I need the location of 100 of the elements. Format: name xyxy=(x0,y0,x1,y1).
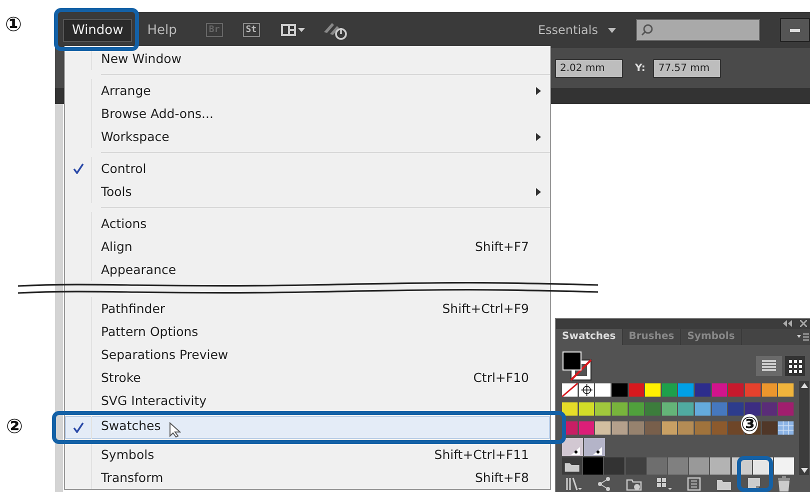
shortcut-label: Shift+F8 xyxy=(474,470,529,485)
menu-item[interactable]: New Window xyxy=(65,47,550,70)
list-view-icon[interactable] xyxy=(756,356,782,376)
menu-item[interactable]: SVG Interactivity xyxy=(65,389,550,412)
menu-bar-item[interactable]: Help xyxy=(138,18,186,42)
color-swatch[interactable] xyxy=(678,418,694,437)
submenu-arrow-icon xyxy=(536,86,541,94)
color-swatch[interactable] xyxy=(678,400,694,418)
color-swatch[interactable] xyxy=(745,380,761,399)
color-swatch[interactable] xyxy=(728,380,744,399)
menu-bar-item[interactable]: Window xyxy=(63,18,132,42)
color-swatch[interactable] xyxy=(695,418,711,437)
global-swatch[interactable] xyxy=(584,438,605,456)
color-swatch[interactable] xyxy=(745,400,761,418)
color-swatch[interactable] xyxy=(562,400,578,418)
color-swatch[interactable] xyxy=(626,456,646,475)
color-swatch[interactable] xyxy=(728,400,744,418)
menu-item[interactable]: Tools xyxy=(65,180,550,203)
menu-item[interactable]: Appearance xyxy=(65,258,550,281)
menu-item[interactable]: Symbols Shift+Ctrl+F11 xyxy=(65,443,550,466)
color-swatch[interactable] xyxy=(612,380,628,399)
color-swatch[interactable] xyxy=(595,418,611,437)
color-swatch[interactable] xyxy=(628,418,644,437)
color-swatch[interactable] xyxy=(695,400,711,418)
color-swatch[interactable] xyxy=(662,418,678,437)
color-swatch[interactable] xyxy=(712,418,728,437)
color-swatch[interactable] xyxy=(662,400,678,418)
close-icon[interactable] xyxy=(800,320,807,328)
global-swatch[interactable] xyxy=(562,438,583,456)
pattern-swatch[interactable] xyxy=(778,418,794,437)
shortcut-label: Shift+Ctrl+F9 xyxy=(442,301,529,316)
color-swatch[interactable] xyxy=(583,456,604,475)
swatch-options-icon[interactable] xyxy=(686,476,702,492)
step-number: ② xyxy=(6,416,23,436)
folder-icon[interactable] xyxy=(562,456,582,475)
menu-item[interactable]: Align Shift+F7 xyxy=(65,235,550,258)
app-launch-icon[interactable]: St xyxy=(242,23,260,37)
color-swatch[interactable] xyxy=(612,400,628,418)
menu-item[interactable]: Separations Preview xyxy=(65,343,550,366)
sync-icon[interactable] xyxy=(322,20,348,40)
menu-item[interactable]: Transform Shift+F8 xyxy=(65,466,550,489)
color-swatch[interactable] xyxy=(668,456,688,475)
none-swatch[interactable] xyxy=(562,380,578,399)
grid-view-icon[interactable] xyxy=(785,356,805,376)
color-swatch[interactable] xyxy=(604,456,625,475)
color-swatch[interactable] xyxy=(578,400,594,418)
menu-item[interactable]: Pattern Options xyxy=(65,320,550,343)
submenu-arrow-icon xyxy=(536,188,541,196)
swatch-kind-icon[interactable] xyxy=(656,476,672,492)
color-swatch[interactable] xyxy=(645,418,661,437)
caret-icon[interactable] xyxy=(608,28,616,32)
layout-icon[interactable] xyxy=(280,23,306,37)
share-icon[interactable] xyxy=(596,476,612,492)
color-swatch[interactable] xyxy=(778,380,794,399)
scroll-up-icon[interactable] xyxy=(800,382,808,388)
menu-item[interactable]: Browse Add-ons... xyxy=(65,102,550,125)
menu-item[interactable]: Workspace xyxy=(65,125,550,148)
minimize-button[interactable] xyxy=(780,18,810,42)
workspace-switcher[interactable]: Essentials xyxy=(528,23,608,37)
library-icon[interactable] xyxy=(566,476,582,492)
registration-swatch[interactable] xyxy=(578,380,594,399)
color-swatch[interactable] xyxy=(662,380,678,399)
color-swatch[interactable] xyxy=(695,380,711,399)
menu-item[interactable]: Pathfinder Shift+Ctrl+F9 xyxy=(65,297,550,320)
color-swatch[interactable] xyxy=(762,418,778,437)
menu-item[interactable]: Stroke Ctrl+F10 xyxy=(65,366,550,389)
scroll-down-icon[interactable] xyxy=(800,468,808,473)
color-swatch[interactable] xyxy=(762,400,778,418)
fill-stroke-icon[interactable] xyxy=(562,350,592,381)
trash-icon[interactable] xyxy=(776,476,792,492)
color-swatch[interactable] xyxy=(628,400,644,418)
panel-menu-icon[interactable] xyxy=(797,332,809,341)
color-swatch[interactable] xyxy=(645,400,661,418)
color-swatch[interactable] xyxy=(689,456,710,475)
panel-tab[interactable]: Swatches xyxy=(556,328,623,345)
color-swatch[interactable] xyxy=(712,380,728,399)
search-field[interactable] xyxy=(636,19,760,41)
menu-item[interactable]: Swatches xyxy=(65,416,550,439)
color-swatch[interactable] xyxy=(628,380,644,399)
menu-item[interactable]: Control xyxy=(65,157,550,180)
scrollbar[interactable] xyxy=(799,380,809,475)
color-swatch[interactable] xyxy=(678,380,694,399)
color-swatch[interactable] xyxy=(774,456,794,475)
color-swatch[interactable] xyxy=(578,418,594,437)
color-swatch[interactable] xyxy=(612,418,628,437)
color-swatch[interactable] xyxy=(595,400,611,418)
menu-item[interactable]: Actions xyxy=(65,212,550,235)
color-swatch[interactable] xyxy=(762,380,778,399)
color-swatch[interactable] xyxy=(712,400,728,418)
menu-item[interactable]: Arrange xyxy=(65,79,550,102)
color-swatch[interactable] xyxy=(646,456,667,475)
color-swatch[interactable] xyxy=(778,400,794,418)
shortcut-label: Shift+Ctrl+F11 xyxy=(434,447,529,462)
submenu-arrow-icon xyxy=(536,132,541,140)
color-swatch[interactable] xyxy=(595,380,611,399)
x-value-field[interactable]: 2.02 mm xyxy=(555,58,623,78)
y-value-field[interactable]: 77.57 mm xyxy=(653,58,722,78)
search-icon xyxy=(641,24,653,36)
color-swatch[interactable] xyxy=(645,380,661,399)
color-swatch[interactable] xyxy=(710,456,730,475)
